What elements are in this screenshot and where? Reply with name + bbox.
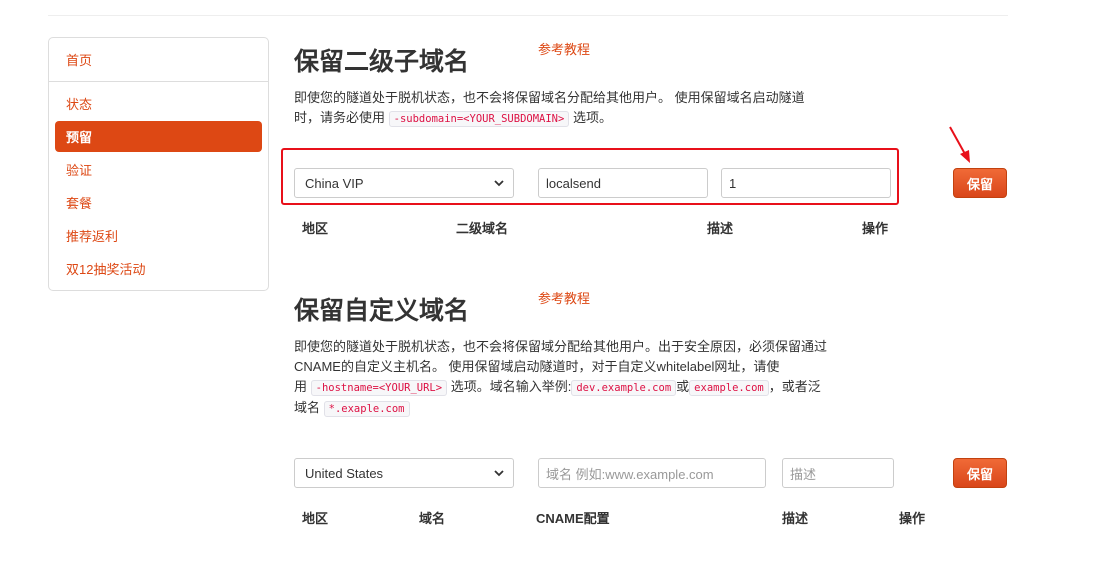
subdomain-col-region: 地区 [302, 221, 329, 236]
subdomain-col-description: 描述 [707, 221, 734, 236]
subdomain-tutorial-link[interactable]: 参考教程 [538, 39, 590, 58]
custom-domain-description: 即使您的隧道处于脱机状态，也不会将保留域分配给其他用户。出于安全原因，必须保留通… [294, 337, 904, 419]
subdomain-option-code: -subdomain=<YOUR_SUBDOMAIN> [388, 111, 570, 127]
arrow-annotation-icon [949, 126, 970, 163]
sidebar-item-referral[interactable]: 推荐返利 [55, 220, 262, 251]
custom-domain-tutorial-link[interactable]: 参考教程 [538, 288, 590, 307]
custom-col-cname: CNAME配置 [536, 511, 610, 526]
subdomain-col-subdomain: 二级域名 [456, 221, 509, 236]
subdomain-desc-tail: 选项。 [572, 110, 612, 125]
sidebar-nav: 首页 状态 预留 验证 套餐 推荐返利 双12抽奖活动 [48, 37, 269, 291]
subdomain-desc-line1: 即使您的隧道处于脱机状态，也不会将保留域名分配给其他用户。 使用保留域名启动隧道 [294, 90, 805, 105]
sidebar-list: 状态 预留 验证 套餐 推荐返利 双12抽奖活动 [49, 82, 268, 284]
custom-region-value: United States [305, 465, 384, 481]
top-divider [48, 15, 1008, 16]
custom-desc-text: 或 [676, 379, 690, 394]
custom-col-actions: 操作 [899, 511, 926, 526]
chevron-down-icon [494, 470, 504, 477]
example-domain-code: example.com [689, 380, 769, 396]
sidebar-item-plans[interactable]: 套餐 [55, 187, 262, 218]
custom-desc-text: 域名 [294, 400, 321, 415]
highlight-box [281, 148, 899, 205]
sidebar-item-lottery[interactable]: 双12抽奖活动 [55, 253, 262, 284]
wildcard-domain-code: *.exaple.com [323, 401, 410, 417]
custom-description-input[interactable]: 描述 [782, 458, 894, 488]
custom-desc-line1: 即使您的隧道处于脱机状态，也不会将保留域分配给其他用户。出于安全原因，必须保留通… [294, 339, 828, 354]
subdomain-desc-line2: 时，请务必使用 -subdomain=<YOUR_SUBDOMAIN> 选项。 [294, 108, 894, 129]
subdomain-desc-text: 时，请务必使用 [294, 110, 386, 125]
subdomain-section-title: 保留二级子域名 [294, 48, 470, 76]
custom-domain-section-title: 保留自定义域名 [294, 297, 470, 325]
custom-col-region: 地区 [302, 511, 329, 526]
custom-save-button[interactable]: 保留 [953, 458, 1007, 488]
custom-region-select[interactable]: United States [294, 458, 514, 488]
custom-desc-line2: CNAME的自定义主机名。 使用保留域启动隧道时，对于自定义whitelabel… [294, 359, 780, 374]
custom-col-domain: 域名 [419, 511, 446, 526]
custom-col-description: 描述 [782, 511, 809, 526]
custom-desc-line4: 域名 *.exaple.com [294, 398, 904, 419]
sidebar-item-status[interactable]: 状态 [55, 88, 262, 119]
custom-domain-input[interactable]: 域名 例如:www.example.com [538, 458, 766, 488]
example-domain-code: dev.example.com [571, 380, 677, 396]
sidebar-item-reserve[interactable]: 预留 [55, 121, 262, 152]
subdomain-col-actions: 操作 [862, 221, 889, 236]
custom-desc-line3: 用 -hostname=<YOUR_URL> 选项。域名输入举例: dev.exa… [294, 377, 904, 398]
sidebar-item-home[interactable]: 首页 [49, 38, 268, 82]
subdomain-description: 即使您的隧道处于脱机状态，也不会将保留域名分配给其他用户。 使用保留域名启动隧道… [294, 88, 894, 129]
custom-desc-text: ，或者泛 [768, 379, 821, 394]
custom-desc-text: 用 [294, 379, 308, 394]
subdomain-save-button[interactable]: 保留 [953, 168, 1007, 198]
sidebar-item-verify[interactable]: 验证 [55, 154, 262, 185]
hostname-option-code: -hostname=<YOUR_URL> [310, 380, 448, 396]
custom-desc-text: 选项。域名输入举例: [450, 379, 572, 394]
